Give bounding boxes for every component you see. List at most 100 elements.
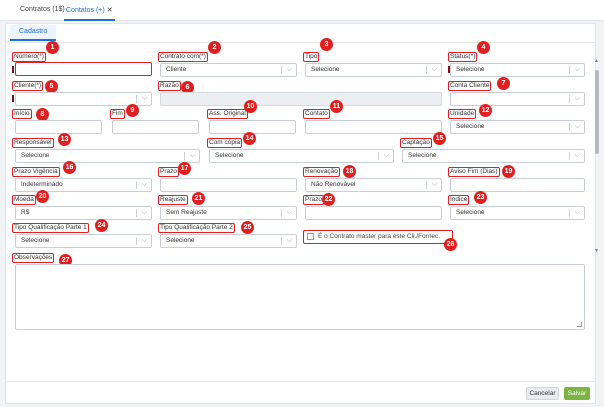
prazo-2-input[interactable] <box>305 206 442 220</box>
badge-2: 2 <box>208 41 221 54</box>
badge-21: 21 <box>192 192 205 205</box>
chevron-down-icon: ⌵ <box>189 152 195 159</box>
captacao-value: Selecione <box>408 152 437 159</box>
chevron-down-icon: ⌵ <box>141 209 147 216</box>
select-separator <box>569 95 570 103</box>
conta-cliente-select[interactable]: ⌵ <box>450 92 585 106</box>
badge-18: 18 <box>343 165 356 178</box>
scroll-up-icon[interactable]: ▲ <box>594 58 599 64</box>
tab-contatos-label: Contatos (+) <box>66 7 105 14</box>
tipo-qualificacao-2-select[interactable]: Selecione ⌵ <box>160 234 297 248</box>
required-marker <box>448 66 450 73</box>
chevron-down-icon: ⌵ <box>383 152 389 159</box>
contrato-com-value: Cliente <box>166 66 187 73</box>
select-separator <box>281 66 282 74</box>
scrollbar-thumb[interactable] <box>595 70 599 154</box>
chevron-down-icon: ⌵ <box>574 66 580 73</box>
label-razao: Razão <box>158 81 181 91</box>
save-button[interactable]: Salvar <box>564 387 590 400</box>
badge-3: 3 <box>320 38 333 51</box>
label-responsavel: Responsável <box>12 138 54 148</box>
badge-24: 24 <box>95 219 108 232</box>
inicio-date-input[interactable] <box>15 120 102 134</box>
badge-23: 23 <box>474 191 487 204</box>
captacao-select[interactable]: Selecione ⌵ <box>402 149 585 163</box>
label-tipo-qualificacao-2: Tipo Qualificação Parte 2 <box>158 223 235 233</box>
select-separator <box>136 237 137 245</box>
unidade-select[interactable]: Selecione ⌵ <box>450 120 585 134</box>
chevron-down-icon: ⌵ <box>141 181 147 188</box>
observacoes-textarea[interactable] <box>15 264 585 330</box>
label-com-copia: Com cópia <box>207 138 243 148</box>
close-icon[interactable]: ✕ <box>107 7 113 14</box>
tipo-qualificacao-1-value: Selecione <box>21 237 50 244</box>
label-prazo-2: Prazo <box>303 195 324 205</box>
chevron-down-icon: ⌵ <box>286 237 292 244</box>
label-renovacao: Renovação <box>303 167 340 177</box>
select-separator <box>569 66 570 74</box>
select-separator <box>569 209 570 217</box>
badge-25: 25 <box>241 221 254 234</box>
label-observacoes: Observações <box>12 253 55 263</box>
contrato-master-checkbox[interactable]: É o Contrato master para este Cli./Forne… <box>303 230 453 244</box>
tab-contratos-label: Contratos (1$) <box>20 6 65 13</box>
badge-17: 17 <box>178 162 191 175</box>
label-contato: Contato <box>303 109 330 119</box>
prazo-input[interactable] <box>160 178 297 192</box>
prazo-vigencia-select[interactable]: Indeterminado ⌵ <box>15 178 152 192</box>
required-marker <box>12 66 14 73</box>
com-copia-select[interactable]: Selecione ⌵ <box>209 149 394 163</box>
label-indice: Índice <box>448 195 470 205</box>
contrato-master-label: É o Contrato master para este Cli./Forne… <box>318 233 441 240</box>
scroll-down-icon[interactable]: ▼ <box>594 248 599 254</box>
select-separator <box>569 123 570 131</box>
label-cliente: Cliente(*) <box>12 81 44 91</box>
contrato-com-select[interactable]: Cliente ⌵ <box>160 63 297 77</box>
label-tipo-qualificacao-1: Tipo Qualificação Parte 1 <box>12 223 89 233</box>
cancel-button[interactable]: Cancelar <box>526 387 559 400</box>
razao-input <box>160 92 442 106</box>
label-status: Status(*) <box>448 52 478 62</box>
select-separator <box>569 152 570 160</box>
tab-cadastro[interactable]: Cadastro <box>10 25 57 41</box>
select-separator <box>281 209 282 217</box>
tab-contatos[interactable]: Contatos (+) ✕ <box>64 6 115 21</box>
checkbox-icon[interactable] <box>307 233 314 240</box>
scrollbar[interactable]: ▲ ▼ <box>594 58 599 258</box>
resize-grip-icon[interactable] <box>577 322 582 327</box>
label-conta-cliente: Conta Cliente <box>448 81 492 91</box>
renovacao-select[interactable]: Não Renovável ⌵ <box>305 178 442 192</box>
badge-1: 1 <box>46 41 59 54</box>
label-ass-original: Ass. Original <box>207 109 248 119</box>
label-aviso-fim: Aviso Fim (Dias) <box>448 167 500 177</box>
label-unidade: Unidade <box>448 109 477 119</box>
fim-date-input[interactable] <box>112 120 199 134</box>
tipo-qualificacao-1-select[interactable]: Selecione ⌵ <box>15 234 152 248</box>
chevron-down-icon: ⌵ <box>431 181 437 188</box>
status-select[interactable]: Selecione ⌵ <box>450 63 585 77</box>
moeda-select[interactable]: R$ ⌵ <box>15 206 152 220</box>
badge-26: 26 <box>444 238 457 251</box>
label-prazo: Prazo <box>158 167 179 177</box>
unidade-value: Selecione <box>456 123 485 130</box>
indice-select[interactable]: Selecione ⌵ <box>450 206 585 220</box>
select-separator <box>426 66 427 74</box>
reajuste-select[interactable]: Sem Reajuste ⌵ <box>160 206 297 220</box>
badge-16: 16 <box>63 161 76 174</box>
moeda-value: R$ <box>21 209 30 216</box>
chevron-down-icon: ⌵ <box>286 209 292 216</box>
contato-input[interactable] <box>305 120 442 134</box>
reajuste-value: Sem Reajuste <box>166 209 207 216</box>
label-tipo: Tipo <box>303 52 320 62</box>
chevron-down-icon: ⌵ <box>574 152 580 159</box>
label-fim: Fim <box>110 109 125 119</box>
numero-input[interactable] <box>15 62 152 76</box>
badge-11: 11 <box>330 100 343 113</box>
responsavel-value: Selecione <box>21 152 50 159</box>
badge-20: 20 <box>36 190 49 203</box>
tipo-select[interactable]: Selecione ⌵ <box>305 63 442 77</box>
tab-contratos[interactable]: Contratos (1$) <box>18 6 67 21</box>
tipo-value: Selecione <box>311 66 340 73</box>
responsavel-select[interactable]: Selecione ⌵ <box>15 149 200 163</box>
aviso-fim-input[interactable] <box>450 178 585 192</box>
